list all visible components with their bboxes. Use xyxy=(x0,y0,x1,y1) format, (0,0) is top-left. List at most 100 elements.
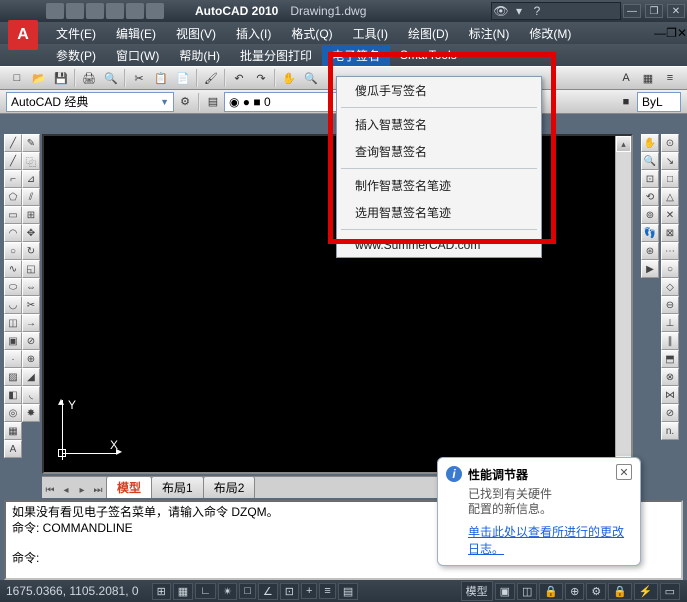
tb-pan[interactable]: ✋ xyxy=(279,69,299,87)
balloon-close-button[interactable]: ✕ xyxy=(616,464,632,480)
mod-fillet[interactable]: ◟ xyxy=(22,386,40,404)
tb-print[interactable]: 🖨 xyxy=(79,69,99,87)
tb-save[interactable]: 💾 xyxy=(51,69,71,87)
sb-ducs[interactable]: ⊡ xyxy=(280,583,299,600)
mod-trim[interactable]: ✂ xyxy=(22,296,40,314)
sb-polar[interactable]: ✴ xyxy=(218,583,237,600)
tool-ellipse-arc[interactable]: ◡ xyxy=(4,296,22,314)
tool-circle[interactable]: ○ xyxy=(4,242,22,260)
tool-block[interactable]: ▣ xyxy=(4,332,22,350)
nav-zoom-rt[interactable]: 🔍 xyxy=(641,152,659,170)
sb-ortho[interactable]: ∟ xyxy=(195,583,216,599)
tool-gradient[interactable]: ◧ xyxy=(4,386,22,404)
menu-dimension[interactable]: 标注(N) xyxy=(459,23,520,44)
mod-array[interactable]: ⊞ xyxy=(22,206,40,224)
sb-snap[interactable]: ⊞ xyxy=(152,583,171,600)
tb-new[interactable]: □ xyxy=(7,69,27,87)
sb-toolbar-lock[interactable]: 🔒 xyxy=(608,583,632,600)
dd-website[interactable]: www.SummerCAD.com xyxy=(337,233,541,257)
qat-undo[interactable] xyxy=(106,3,124,19)
nav-zoom-prev[interactable]: ⟲ xyxy=(641,188,659,206)
menu-parametric[interactable]: 参数(P) xyxy=(46,45,106,66)
sb-lwt[interactable]: ≡ xyxy=(319,583,335,599)
doc-restore-button[interactable]: ❐ xyxy=(666,26,677,40)
menu-format[interactable]: 格式(Q) xyxy=(281,23,342,44)
snap-int[interactable]: ✕ xyxy=(661,206,679,224)
tool-polygon[interactable]: ⬠ xyxy=(4,188,22,206)
tb-dim[interactable]: A xyxy=(616,69,636,87)
doc-minimize-button[interactable]: — xyxy=(654,26,666,40)
nav-pan[interactable]: ✋ xyxy=(641,134,659,152)
menu-help[interactable]: 帮助(H) xyxy=(169,45,230,66)
menu-draw[interactable]: 绘图(D) xyxy=(398,23,459,44)
mod-break[interactable]: ⊘ xyxy=(22,332,40,350)
sb-anno-scale[interactable]: 🔒 xyxy=(539,583,563,600)
qat-open[interactable] xyxy=(66,3,84,19)
sb-otrack[interactable]: ∠ xyxy=(258,583,278,600)
tool-ray[interactable]: ╱ xyxy=(4,152,22,170)
tab-last[interactable]: ⏭ xyxy=(90,482,106,498)
snap-none[interactable]: ⊘ xyxy=(661,404,679,422)
nav-wheel[interactable]: ⊛ xyxy=(641,242,659,260)
color-combo[interactable]: ByL xyxy=(637,92,681,112)
tool-insert[interactable]: ◫ xyxy=(4,314,22,332)
dd-insert-smart[interactable]: 插入智慧签名 xyxy=(337,111,541,138)
mod-copy[interactable]: ⿻ xyxy=(22,152,40,170)
tool-table[interactable]: ▦ xyxy=(4,422,22,440)
snap-node[interactable]: ⊗ xyxy=(661,368,679,386)
app-logo[interactable]: A xyxy=(8,20,38,50)
tab-first[interactable]: ⏮ xyxy=(42,482,58,498)
snap-mid[interactable]: △ xyxy=(661,188,679,206)
snap-temp[interactable]: ⊙ xyxy=(661,134,679,152)
menu-file[interactable]: 文件(E) xyxy=(46,23,106,44)
menu-modify[interactable]: 修改(M) xyxy=(519,23,581,44)
menu-batch-print[interactable]: 批量分图打印 xyxy=(230,45,322,66)
sb-grid[interactable]: ▦ xyxy=(173,583,193,600)
tool-pline[interactable]: ⌐ xyxy=(4,170,22,188)
menu-insert[interactable]: 插入(I) xyxy=(226,23,281,44)
menu-window[interactable]: 窗口(W) xyxy=(106,45,169,66)
tool-text[interactable]: A xyxy=(4,440,22,458)
layer-manager[interactable]: ▤ xyxy=(203,93,223,111)
snap-end[interactable]: □ xyxy=(661,170,679,188)
mod-extend[interactable]: → xyxy=(22,314,40,332)
tab-prev[interactable]: ◂ xyxy=(58,482,74,498)
tb-copy[interactable]: 📋 xyxy=(151,69,171,87)
tool-ellipse[interactable]: ⬭ xyxy=(4,278,22,296)
tb-undo[interactable]: ↶ xyxy=(229,69,249,87)
color-btn[interactable]: ■ xyxy=(616,93,636,111)
tool-line[interactable]: ╱ xyxy=(4,134,22,152)
tb-open[interactable]: 📂 xyxy=(29,69,49,87)
sb-quickview[interactable]: ◫ xyxy=(517,583,537,600)
tb-preview[interactable]: 🔍 xyxy=(101,69,121,87)
snap-cen[interactable]: ○ xyxy=(661,260,679,278)
qat-new[interactable] xyxy=(46,3,64,19)
tb-redo[interactable]: ↷ xyxy=(251,69,271,87)
doc-close-button[interactable]: ✕ xyxy=(677,26,687,40)
tab-layout2[interactable]: 布局2 xyxy=(203,476,256,498)
tb-table[interactable]: ▦ xyxy=(638,69,658,87)
sb-clean[interactable]: ▭ xyxy=(660,583,680,600)
nav-zoom-win[interactable]: ⊡ xyxy=(641,170,659,188)
sb-dyn[interactable]: + xyxy=(301,583,317,599)
sb-osnap[interactable]: □ xyxy=(239,583,256,599)
tool-rect[interactable]: ▭ xyxy=(4,206,22,224)
snap-quad[interactable]: ◇ xyxy=(661,278,679,296)
tab-layout1[interactable]: 布局1 xyxy=(151,476,204,498)
nav-orbit[interactable]: ⊚ xyxy=(641,206,659,224)
status-coords[interactable]: 1675.0366, 1105.2081, 0 xyxy=(6,584,139,598)
tool-hatch[interactable]: ▨ xyxy=(4,368,22,386)
restore-button[interactable]: ❐ xyxy=(645,4,663,18)
nav-walk[interactable]: 👣 xyxy=(641,224,659,242)
sb-hw-accel[interactable]: ⚡ xyxy=(634,583,658,600)
snap-par[interactable]: ∥ xyxy=(661,332,679,350)
tb-cut[interactable]: ✂ xyxy=(129,69,149,87)
qat-print[interactable] xyxy=(146,3,164,19)
qat-save[interactable] xyxy=(86,3,104,19)
mod-scale[interactable]: ◱ xyxy=(22,260,40,278)
dd-make-stroke[interactable]: 制作智慧签名笔迹 xyxy=(337,172,541,199)
qat-redo[interactable] xyxy=(126,3,144,19)
sb-anno-vis[interactable]: ⊕ xyxy=(565,583,584,600)
snap-from[interactable]: ↘ xyxy=(661,152,679,170)
mod-mirror[interactable]: ⊿ xyxy=(22,170,40,188)
